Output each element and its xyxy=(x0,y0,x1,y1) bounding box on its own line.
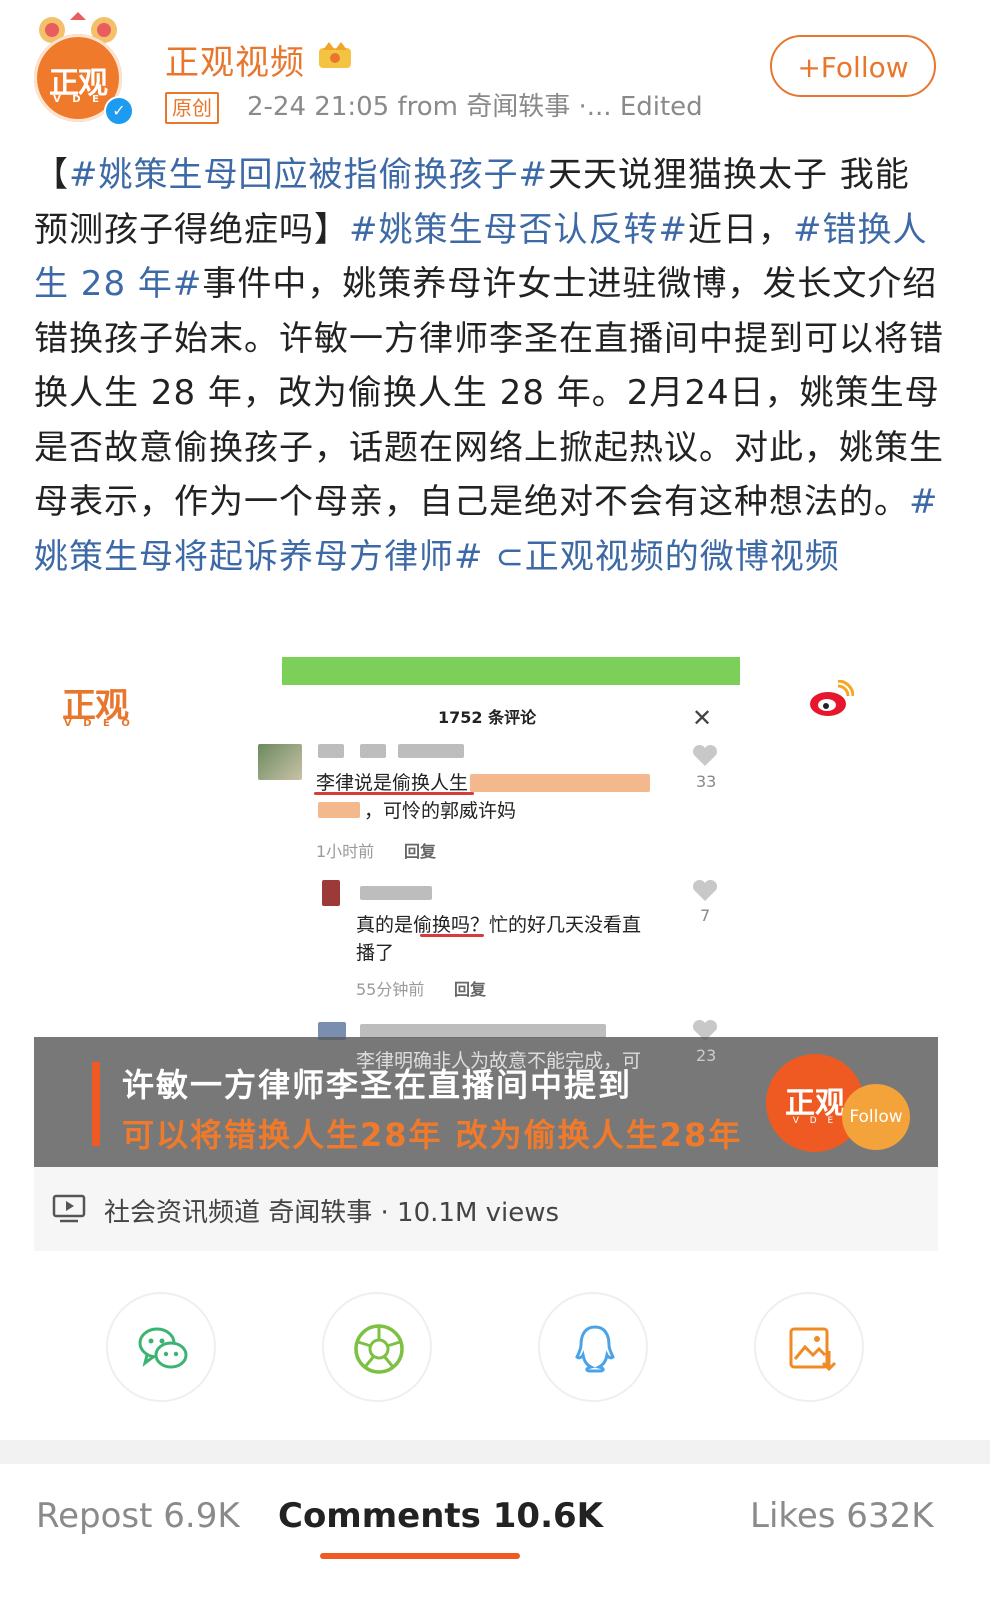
hashtag-link[interactable]: #姚策生母回应被指偷换孩子# xyxy=(69,155,548,195)
blurred-text xyxy=(470,774,650,792)
blurred-username xyxy=(360,744,386,758)
comment-like-count: 33 xyxy=(696,772,717,791)
post-text-segment: 近日， xyxy=(687,209,793,250)
video-follow-button[interactable]: Follow xyxy=(842,1084,910,1150)
post-text-segment: 【 xyxy=(34,155,69,195)
post-text: 【#姚策生母回应被指偷换孩子#天天说狸猫换太子 我能预测孩子得绝症吗】#姚策生母… xyxy=(34,148,944,584)
video-info-text: 社会资讯频道 奇闻轶事 · 10.1M views xyxy=(104,1198,560,1228)
red-underline xyxy=(420,934,484,937)
verified-badge-icon: ✓ xyxy=(104,96,134,126)
comments-count-title: 1752 条评论 xyxy=(438,708,537,727)
red-underline xyxy=(314,792,474,795)
share-qq-button[interactable] xyxy=(538,1292,648,1402)
qq-icon xyxy=(575,1325,615,1373)
tab-comments[interactable]: Comments 10.6K xyxy=(278,1496,603,1536)
comment-like-count: 7 xyxy=(700,906,711,925)
comment-text: 真的是偷换吗？忙的好几天没看直 xyxy=(356,914,642,936)
save-image-button[interactable] xyxy=(754,1292,864,1402)
video-caption-line1: 许敏一方律师李圣在直播间中提到 xyxy=(122,1066,633,1104)
heart-icon xyxy=(692,745,718,766)
video-green-banner xyxy=(282,657,740,687)
hashtag-link[interactable]: #姚策生母否认反转# xyxy=(349,210,688,250)
comment-time: 55分钟前 xyxy=(356,980,425,999)
active-tab-indicator xyxy=(320,1553,520,1559)
wechat-icon xyxy=(138,1327,188,1369)
original-badge: 原创 xyxy=(165,92,219,124)
post-meta: 2-24 21:05 from 奇闻轶事 ·... Edited xyxy=(247,92,703,122)
moments-icon xyxy=(354,1324,404,1374)
comment-reply: 回复 xyxy=(404,842,437,861)
close-icon: ✕ xyxy=(692,704,713,732)
video-screen-icon xyxy=(52,1194,86,1223)
section-divider xyxy=(0,1440,990,1464)
heart-icon xyxy=(692,880,718,901)
video-watermark-sub: V D E O xyxy=(64,718,134,729)
tab-repost[interactable]: Repost 6.9K xyxy=(36,1496,240,1536)
video-caption-line2: 可以将错换人生28年 改为偷换人生28年 xyxy=(122,1116,743,1154)
comment-reply: 回复 xyxy=(454,980,487,999)
blurred-text xyxy=(318,802,360,818)
share-wechat-button[interactable] xyxy=(106,1292,216,1402)
crown-icon xyxy=(319,42,351,68)
author-name[interactable]: 正观视频 xyxy=(165,35,305,84)
commenter-avatar xyxy=(322,880,340,906)
comment-time: 1小时前 xyxy=(316,842,375,861)
blurred-username xyxy=(318,744,344,758)
comment-text-cont: ，可怜的郭威许妈 xyxy=(364,800,517,822)
weibo-logo-icon xyxy=(810,680,854,716)
tab-likes[interactable]: Likes 632K xyxy=(750,1496,934,1536)
share-moments-button[interactable] xyxy=(322,1292,432,1402)
comment-text: 李律说是偷换人生 xyxy=(316,772,469,794)
post-text-segment xyxy=(484,537,496,577)
commenter-avatar xyxy=(258,744,302,780)
blurred-username xyxy=(360,1024,606,1038)
comment-like-count: 23 xyxy=(696,1046,717,1065)
caption-accent-bar xyxy=(92,1062,100,1146)
follow-button[interactable]: +Follow xyxy=(770,35,936,97)
blurred-username xyxy=(398,744,464,758)
save-image-icon xyxy=(789,1327,837,1372)
hashtag-link[interactable]: ⊂正观视频的微博视频 xyxy=(495,537,840,577)
blurred-username xyxy=(360,886,432,900)
comment-text-cont: 播了 xyxy=(356,942,395,964)
